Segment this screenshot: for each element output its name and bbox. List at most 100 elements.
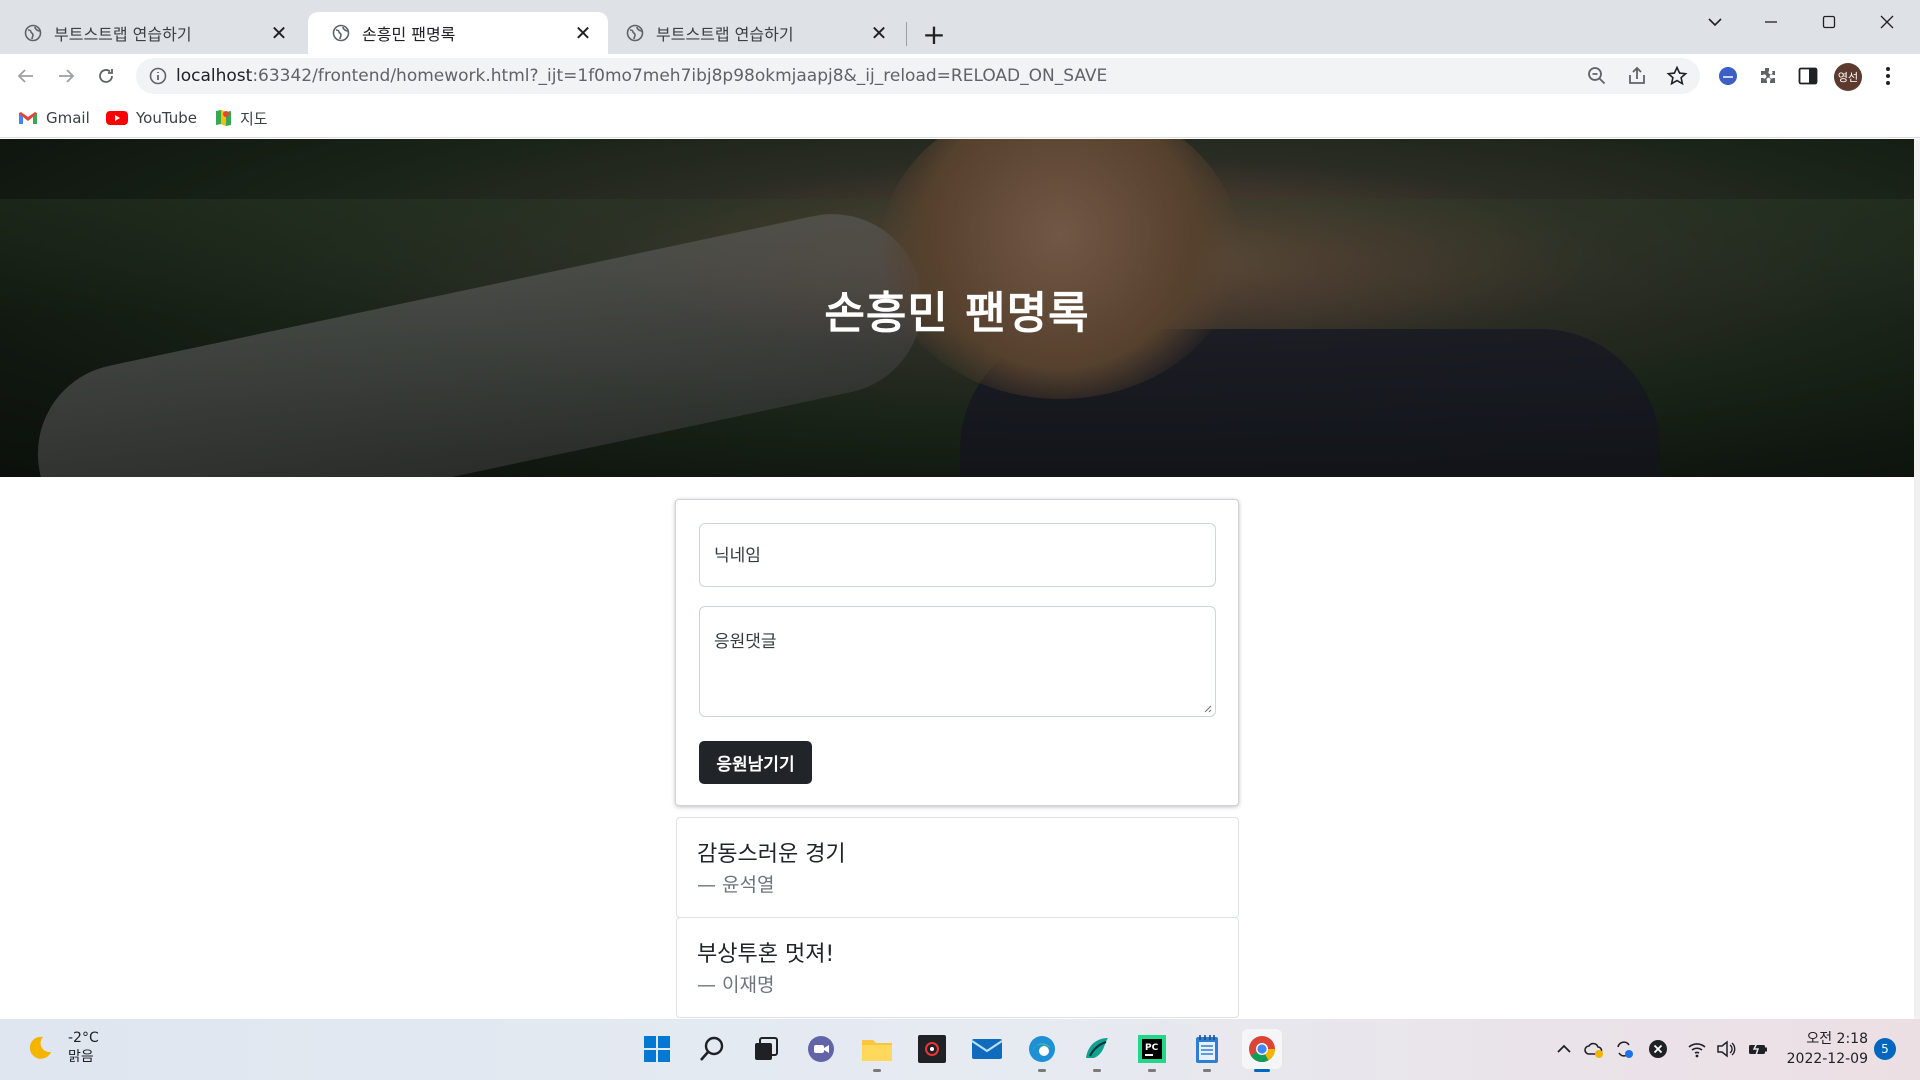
reload-button[interactable] bbox=[90, 60, 122, 92]
page-title: 손흥민 팬명록 bbox=[824, 288, 1090, 339]
tab-bootstrap-1[interactable]: 부트스트랩 연습하기 ✕ bbox=[0, 12, 304, 54]
url-text[interactable]: localhost:63342/frontend/homework.html?_… bbox=[176, 58, 1107, 94]
video-chat-icon bbox=[808, 1036, 834, 1062]
obs-app-button[interactable] bbox=[912, 1029, 952, 1069]
start-button[interactable] bbox=[637, 1029, 677, 1069]
chevron-up-icon[interactable] bbox=[1554, 1039, 1574, 1059]
system-clock[interactable]: 오전 2:18 2022-12-09 bbox=[1782, 1029, 1868, 1069]
comment-card: 감동스러운 경기 — 윤석열 bbox=[676, 817, 1239, 918]
bookmarks-bar: Gmail YouTube 지도 bbox=[0, 98, 1920, 138]
mail-app-button[interactable] bbox=[967, 1029, 1007, 1069]
chrome-icon bbox=[1249, 1036, 1276, 1063]
globe-icon bbox=[626, 24, 644, 42]
teams-chat-button[interactable] bbox=[801, 1029, 841, 1069]
close-window-button[interactable] bbox=[1862, 4, 1912, 40]
edge-browser-button[interactable] bbox=[1022, 1029, 1062, 1072]
battery-charging-icon[interactable] bbox=[1748, 1039, 1768, 1059]
back-button[interactable] bbox=[10, 60, 42, 92]
bookmark-label: Gmail bbox=[46, 109, 90, 127]
clock-date: 2022-12-09 bbox=[1786, 1051, 1868, 1067]
close-circle-icon[interactable] bbox=[1648, 1039, 1668, 1059]
cloud-warning-icon[interactable] bbox=[1584, 1039, 1604, 1059]
arrow-right-icon bbox=[59, 69, 75, 83]
page-scrollbar[interactable] bbox=[1914, 139, 1920, 1019]
search-button[interactable] bbox=[692, 1029, 732, 1069]
address-bar[interactable]: localhost:63342/frontend/homework.html?_… bbox=[136, 58, 1700, 94]
share-icon[interactable] bbox=[1626, 65, 1648, 87]
new-tab-button[interactable]: + bbox=[920, 18, 948, 51]
comment-form-card: 닉네임 응원댓글 응원남기기 bbox=[675, 499, 1239, 806]
pycharm-icon: PC bbox=[1138, 1035, 1166, 1063]
weather-temp: -2°C bbox=[68, 1030, 99, 1046]
profile-avatar[interactable]: 영선 bbox=[1834, 63, 1862, 91]
cheer-comment-textarea[interactable]: 응원댓글 bbox=[699, 606, 1216, 717]
moon-icon bbox=[29, 1036, 51, 1059]
puzzle-icon[interactable] bbox=[1756, 64, 1780, 88]
comment-author: — 이재명 bbox=[697, 974, 775, 996]
tab-strip: 부트스트랩 연습하기 ✕ 손흥민 팬명록 ✕ 부트스트랩 연습하기 ✕ + bbox=[0, 0, 1920, 54]
task-view-button[interactable] bbox=[746, 1029, 786, 1069]
tab-bootstrap-2[interactable]: 부트스트랩 연습하기 ✕ bbox=[602, 12, 904, 54]
kebab-menu-icon[interactable] bbox=[1876, 64, 1900, 88]
comment-text: 부상투혼 멋져! bbox=[697, 942, 835, 967]
volume-icon[interactable] bbox=[1716, 1039, 1736, 1059]
close-icon bbox=[1880, 15, 1894, 29]
windows-icon bbox=[644, 1036, 670, 1062]
close-tab-icon[interactable]: ✕ bbox=[268, 21, 290, 45]
notepad-button[interactable] bbox=[1187, 1029, 1227, 1072]
weather-widget[interactable]: -2°C 맑음 bbox=[24, 1029, 99, 1067]
close-tab-icon[interactable]: ✕ bbox=[868, 21, 890, 45]
maximize-button[interactable] bbox=[1804, 4, 1854, 40]
bookmark-youtube[interactable]: YouTube bbox=[106, 106, 197, 130]
edge-icon bbox=[1029, 1036, 1055, 1062]
obs-icon bbox=[918, 1035, 946, 1063]
tab-search-button[interactable] bbox=[1690, 4, 1740, 40]
zoom-icon[interactable] bbox=[1586, 65, 1608, 87]
sync-icon[interactable] bbox=[1614, 1039, 1634, 1059]
folder-icon bbox=[862, 1040, 892, 1061]
windows-taskbar: -2°C 맑음 PC 오전 2:18 2022-12-09 5 bbox=[0, 1019, 1920, 1080]
arrow-left-icon bbox=[17, 69, 33, 83]
nickname-input[interactable]: 닉네임 bbox=[699, 523, 1216, 587]
bookmark-label: 지도 bbox=[240, 109, 268, 128]
page-viewport: 손흥민 팬명록 닉네임 응원댓글 응원남기기 감동스러운 경기 — 윤석열 부상… bbox=[0, 139, 1914, 1019]
svg-text:PC: PC bbox=[1145, 1043, 1159, 1053]
star-icon[interactable] bbox=[1666, 65, 1688, 87]
url-path: :63342/frontend/homework.html?_ijt=1f0mo… bbox=[252, 66, 1108, 86]
bookmark-maps[interactable]: 지도 bbox=[214, 106, 268, 130]
app-green-button[interactable] bbox=[1077, 1029, 1117, 1072]
info-icon[interactable] bbox=[148, 66, 168, 86]
resize-grip-icon[interactable] bbox=[1202, 703, 1212, 713]
close-tab-icon[interactable]: ✕ bbox=[572, 21, 594, 45]
bird-app-icon bbox=[1086, 1038, 1108, 1058]
bookmark-gmail[interactable]: Gmail bbox=[18, 106, 90, 130]
gmail-icon bbox=[19, 112, 37, 124]
comment-author: — 윤석열 bbox=[697, 874, 775, 896]
side-panel-icon[interactable] bbox=[1796, 64, 1820, 88]
notepad-icon bbox=[1196, 1035, 1218, 1063]
submit-cheer-button[interactable]: 응원남기기 bbox=[699, 741, 812, 784]
forward-button[interactable] bbox=[50, 60, 82, 92]
tab-son-fanbook[interactable]: 손흥민 팬명록 ✕ bbox=[308, 12, 608, 54]
maps-icon bbox=[216, 110, 231, 126]
minimize-button[interactable] bbox=[1746, 4, 1796, 40]
notification-badge[interactable]: 5 bbox=[1874, 1038, 1896, 1060]
url-host: localhost bbox=[176, 66, 253, 86]
chevron-down-icon bbox=[1708, 18, 1722, 27]
reload-icon bbox=[99, 69, 113, 83]
minimize-icon bbox=[1765, 21, 1777, 23]
tab-separator bbox=[906, 22, 907, 46]
chrome-button[interactable] bbox=[1242, 1029, 1282, 1072]
tab-label: 부트스트랩 연습하기 bbox=[656, 25, 794, 44]
globe-icon bbox=[24, 24, 42, 42]
pycharm-button[interactable]: PC bbox=[1132, 1029, 1172, 1072]
weather-desc: 맑음 bbox=[68, 1049, 94, 1065]
wifi-icon[interactable] bbox=[1687, 1039, 1707, 1059]
extension-blue-icon[interactable] bbox=[1716, 64, 1740, 88]
globe-icon bbox=[332, 24, 350, 42]
file-explorer-button[interactable] bbox=[857, 1029, 897, 1072]
hero-banner: 손흥민 팬명록 bbox=[0, 139, 1914, 477]
maximize-icon bbox=[1822, 15, 1836, 29]
tab-label: 부트스트랩 연습하기 bbox=[54, 25, 192, 44]
bookmark-label: YouTube bbox=[136, 109, 197, 127]
